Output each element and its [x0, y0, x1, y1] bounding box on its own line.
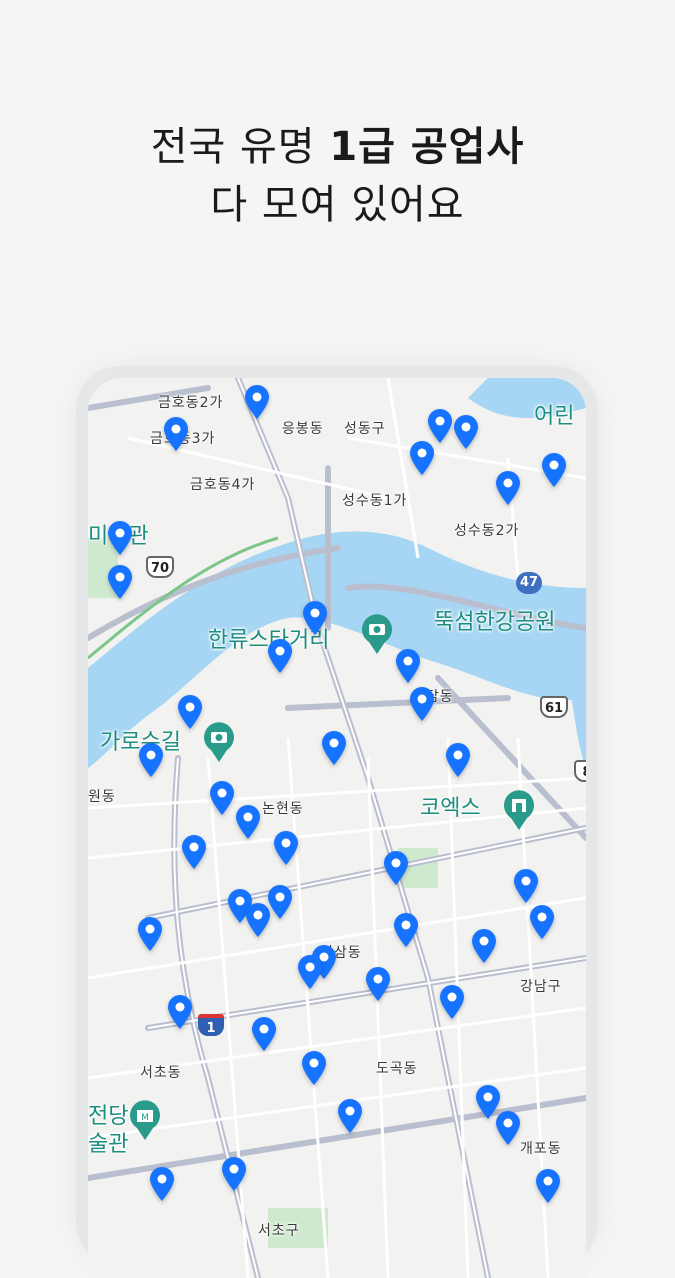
map-label: 개포동 [520, 1141, 562, 1157]
map-label: 금호동2가 [158, 395, 224, 411]
shop-location-pin-icon[interactable] [438, 984, 466, 1020]
shop-location-pin-icon[interactable] [243, 384, 271, 420]
shop-location-pin-icon[interactable] [234, 804, 262, 840]
map-label: 응봉동 [282, 421, 324, 437]
shop-location-pin-icon[interactable] [296, 954, 324, 990]
map-label: 술관 [88, 1132, 129, 1157]
shop-location-pin-icon[interactable] [176, 694, 204, 730]
map-label: 금호동4가 [190, 477, 256, 493]
shop-location-pin-icon[interactable] [220, 1156, 248, 1192]
shop-location-pin-icon[interactable] [162, 416, 190, 452]
shop-location-pin-icon[interactable] [320, 730, 348, 766]
shop-location-pin-icon[interactable] [534, 1168, 562, 1204]
shop-location-pin-icon[interactable] [540, 452, 568, 488]
headline-line-2: 다 모여 있어요 [210, 182, 465, 228]
shop-location-pin-icon[interactable] [244, 902, 272, 938]
road-shield-47: 47 [516, 572, 542, 594]
shop-location-pin-icon[interactable] [208, 780, 236, 816]
map-label: 성수동1가 [342, 493, 408, 509]
map-label: 도곡동 [376, 1061, 418, 1077]
landmark-poi-icon[interactable] [502, 790, 536, 830]
shop-location-pin-icon[interactable] [382, 850, 410, 886]
headline-line-1: 전국 유명 1급 공업사 [0, 118, 675, 176]
shop-location-pin-icon[interactable] [250, 1016, 278, 1052]
camera-poi-icon[interactable] [360, 614, 394, 654]
map-view[interactable]: M 70 47 61 8 1 금호동2가 응봉동 성동구 금호동3가 어린 금호… [88, 378, 586, 1278]
headline-normal-text: 전국 유명 [150, 124, 330, 170]
shop-location-pin-icon[interactable] [272, 830, 300, 866]
phone-frame: M 70 47 61 8 1 금호동2가 응봉동 성동구 금호동3가 어린 금호… [76, 366, 598, 1278]
map-label: 뚝섬한강공원 [434, 610, 556, 635]
map-label: 원동 [88, 789, 116, 805]
shop-location-pin-icon[interactable] [106, 564, 134, 600]
shop-location-pin-icon[interactable] [106, 520, 134, 556]
shop-location-pin-icon[interactable] [452, 414, 480, 450]
shop-location-pin-icon[interactable] [148, 1166, 176, 1202]
shop-location-pin-icon[interactable] [336, 1098, 364, 1134]
museum-poi-icon[interactable]: M [128, 1100, 162, 1140]
map-label: 강남구 [520, 979, 562, 995]
map-label: 서초구 [258, 1223, 300, 1239]
shop-location-pin-icon[interactable] [392, 912, 420, 948]
shop-location-pin-icon[interactable] [528, 904, 556, 940]
shop-location-pin-icon[interactable] [180, 834, 208, 870]
shop-location-pin-icon[interactable] [444, 742, 472, 778]
shop-location-pin-icon[interactable] [364, 966, 392, 1002]
shop-location-pin-icon[interactable] [266, 638, 294, 674]
road-shield-8: 8 [574, 760, 586, 782]
road-shield-1: 1 [198, 1014, 224, 1036]
map-label: 서초동 [140, 1065, 182, 1081]
shop-location-pin-icon[interactable] [494, 470, 522, 506]
map-label: 코엑스 [420, 796, 481, 821]
shop-location-pin-icon[interactable] [300, 1050, 328, 1086]
road-shield-61: 61 [540, 696, 569, 718]
svg-text:M: M [141, 1113, 149, 1123]
map-label: 어린 [534, 404, 575, 429]
shop-location-pin-icon[interactable] [394, 648, 422, 684]
shop-location-pin-icon[interactable] [301, 600, 329, 636]
map-label: 성동구 [344, 421, 386, 437]
shop-location-pin-icon[interactable] [408, 686, 436, 722]
shop-location-pin-icon[interactable] [512, 868, 540, 904]
headline-bold-text: 1급 공업사 [329, 124, 525, 170]
road-shield-70: 70 [146, 556, 175, 578]
map-label: 성수동2가 [454, 523, 520, 539]
headline: 전국 유명 1급 공업사 다 모여 있어요 [0, 118, 675, 234]
shop-location-pin-icon[interactable] [494, 1110, 522, 1146]
shop-location-pin-icon[interactable] [137, 742, 165, 778]
shop-location-pin-icon[interactable] [426, 408, 454, 444]
camera-poi-icon[interactable] [202, 722, 236, 762]
shop-location-pin-icon[interactable] [470, 928, 498, 964]
shop-location-pin-icon[interactable] [166, 994, 194, 1030]
shop-location-pin-icon[interactable] [136, 916, 164, 952]
shop-location-pin-icon[interactable] [408, 440, 436, 476]
map-label: 논현동 [262, 801, 304, 817]
